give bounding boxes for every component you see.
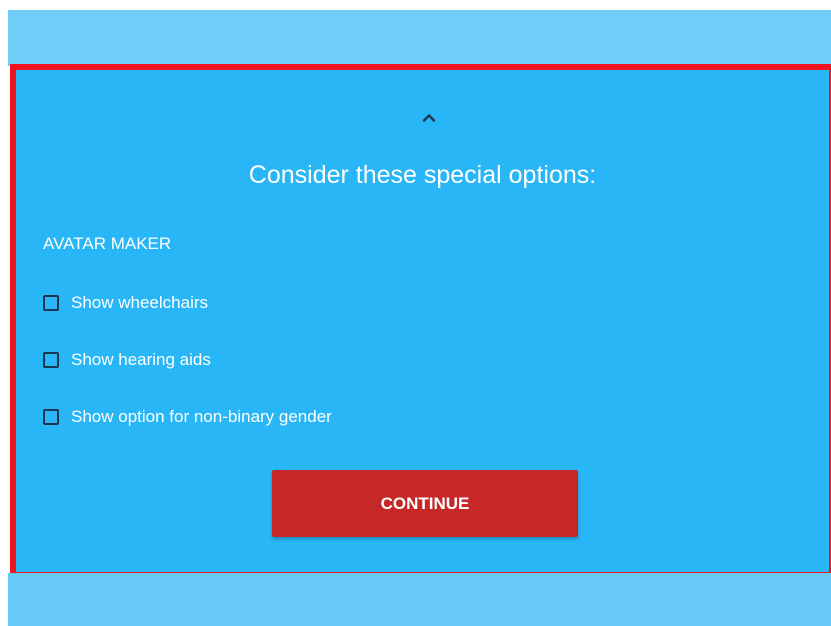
- option-show-wheelchairs[interactable]: Show wheelchairs: [43, 291, 208, 315]
- option-label: Show wheelchairs: [71, 293, 209, 312]
- option-label: Show hearing aids: [71, 350, 211, 369]
- background-strip-top: [8, 10, 831, 66]
- option-show-hearing-aids[interactable]: Show hearing aids: [43, 348, 211, 372]
- hearing-aids-checkbox[interactable]: [43, 352, 59, 368]
- special-options-panel: Consider these special options: AVATAR M…: [10, 64, 831, 578]
- non-binary-gender-checkbox[interactable]: [43, 409, 59, 425]
- continue-button[interactable]: CONTINUE: [272, 470, 578, 537]
- option-label: Show option for non-binary gender: [71, 407, 332, 426]
- wheelchairs-checkbox[interactable]: [43, 295, 59, 311]
- option-show-non-binary-gender[interactable]: Show option for non-binary gender: [43, 405, 332, 429]
- chevron-up-glyph: [422, 113, 436, 122]
- section-label-avatar-maker: AVATAR MAKER: [43, 234, 172, 253]
- background-strip-bottom: [8, 573, 831, 626]
- panel-title: Consider these special options:: [248, 161, 597, 189]
- chevron-up-icon[interactable]: [420, 108, 438, 126]
